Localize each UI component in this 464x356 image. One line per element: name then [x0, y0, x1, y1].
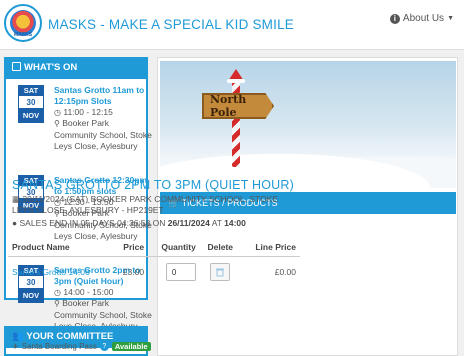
sales-prefix: SALES END IN 05 DAYS 04:36:58 ON — [19, 218, 168, 228]
santa-hat-band — [227, 79, 245, 83]
boarding-pass-note: ✈ Santa Boarding Pass ? Available — [12, 342, 151, 351]
location-text: 30/11/2024 (SAT) BOOKER PARK COMMUNITY S… — [12, 194, 279, 215]
badge-month: NOV — [19, 109, 43, 122]
quantity-cell — [148, 257, 200, 288]
trash-icon — [216, 268, 225, 277]
event-time: ◷ 14:00 - 15:00 — [54, 287, 152, 299]
badge-month: NOV — [19, 289, 43, 302]
about-us-label: About Us — [402, 13, 445, 24]
col-product-name: Product Name — [8, 238, 113, 257]
event-location: ⚲ Booker Park Community School, Stoke Le… — [54, 118, 152, 151]
badge-date: 30 — [19, 96, 43, 109]
event-location-line: ▦ 30/11/2024 (SAT) BOOKER PARK COMMUNITY… — [12, 194, 297, 216]
masks-logo[interactable]: MASKS — [4, 4, 42, 42]
products-table: Product Name Price Quantity Delete Line … — [8, 238, 300, 287]
site-title[interactable]: MASKS - MAKE A SPECIAL KID SMILE — [48, 17, 294, 32]
quantity-input[interactable] — [165, 263, 196, 281]
col-line-price: Line Price — [240, 238, 300, 257]
about-us-dropdown[interactable]: i About Us ▼ — [389, 13, 454, 24]
clock-icon: ◷ — [54, 107, 61, 117]
sales-at: AT — [209, 218, 225, 228]
committee-label: YOUR COMMITTEE — [26, 331, 114, 342]
whats-on-label: WHAT'S ON — [24, 62, 78, 73]
event-location-text: Booker Park Community School, Stoke Leys… — [54, 118, 152, 151]
calendar-icon — [12, 62, 21, 71]
clock-icon: ◷ — [54, 287, 61, 297]
help-icon[interactable]: ? — [99, 342, 109, 351]
event-details: Santas Grotto 11am to 12:15pm Slots ◷ 11… — [54, 85, 152, 152]
exclamation-icon: ● — [12, 218, 18, 228]
product-name[interactable]: Santa's Grotto 14:06 — [8, 257, 112, 288]
col-price: Price — [112, 238, 149, 257]
note-text: Santa Boarding Pass — [21, 342, 97, 351]
sales-time: 14:00 — [224, 218, 246, 228]
table-row: Santa's Grotto 14:06 £3.00 £0.00 — [8, 257, 300, 288]
product-link[interactable]: Santa's Grotto 14:06 — [12, 267, 90, 277]
event-title-link[interactable]: Santas Grotto 11am to 12:15pm Slots — [54, 85, 152, 107]
product-price: £3.00 — [122, 267, 145, 277]
line-price: £0.00 — [274, 267, 296, 277]
logo-text: MASKS — [13, 32, 33, 38]
committee-panel: 👥 YOUR COMMITTEE — [4, 326, 148, 356]
users-icon: 👥 — [12, 331, 24, 342]
col-delete: Delete — [199, 238, 241, 257]
candy-cane-pole — [232, 79, 240, 167]
event-time-text: 14:00 - 15:00 — [63, 286, 114, 297]
col-quantity: Quantity — [148, 238, 200, 257]
event-time: ◷ 11:00 - 12:15 — [54, 107, 152, 119]
event-item[interactable]: SAT 30 NOV Santas Grotto 11am to 12:15pm… — [18, 85, 152, 169]
hero-banner: North Pole — [160, 61, 456, 188]
chevron-down-icon: ▼ — [447, 15, 454, 22]
map-pin-icon: ⚲ — [54, 119, 60, 129]
map-pin-icon: ⚲ — [54, 299, 60, 309]
north-pole-sign: North Pole — [202, 93, 274, 119]
sales-end-notice: ● SALES END IN 05 DAYS 04:36:58 ON 26/11… — [12, 218, 246, 228]
calendar-icon: ▦ — [12, 194, 21, 204]
top-navbar: MASKS MASKS - MAKE A SPECIAL KID SMILE i… — [0, 0, 464, 50]
table-header-row: Product Name Price Quantity Delete Line … — [8, 238, 300, 257]
whats-on-header: WHAT'S ON — [4, 57, 148, 79]
delete-button[interactable] — [210, 263, 231, 281]
date-badge: SAT 30 NOV — [18, 85, 44, 123]
event-time-text: 11:00 - 12:15 — [63, 106, 113, 117]
badge-day: SAT — [19, 86, 43, 96]
info-icon: i — [389, 13, 400, 24]
plane-icon: ✈ — [12, 342, 19, 351]
delete-cell — [200, 257, 241, 288]
availability-badge: Available — [111, 342, 151, 351]
sales-date: 26/11/2024 — [167, 218, 210, 228]
event-title: SANTAS GROTTO 2PM TO 3PM (QUIET HOUR) — [12, 178, 294, 192]
sign-text: North Pole — [210, 93, 247, 119]
